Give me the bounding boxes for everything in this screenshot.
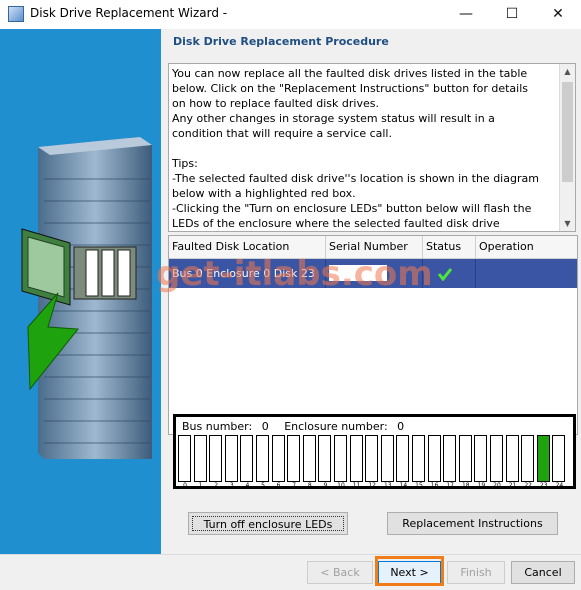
replacement-instructions-button[interactable]: Replacement Instructions (387, 512, 558, 535)
back-button[interactable]: < Back (307, 561, 373, 584)
disk-slot (474, 435, 488, 482)
instruction-line: below with a highlighted red box. (172, 187, 356, 200)
instruction-line: condition that will require a service ca… (172, 127, 392, 140)
disk-slot (178, 435, 191, 482)
storage-array-illustration (21, 137, 152, 459)
bus-number-label: Bus number: (182, 420, 253, 433)
minimize-button[interactable]: — (443, 0, 489, 29)
disk-slot (334, 435, 347, 482)
disk-slot (318, 435, 332, 482)
disk-slot-number: 22 (524, 482, 532, 489)
turn-off-enclosure-leds-button[interactable]: Turn off enclosure LEDs (188, 512, 348, 535)
disk-slot-number: 20 (493, 482, 501, 489)
checkmark-icon (438, 268, 452, 281)
disk-slot-number: 7 (292, 482, 297, 489)
disk-slot (396, 435, 410, 482)
disk-slot (443, 435, 457, 482)
instruction-line: below. Click on the "Replacement Instruc… (172, 82, 529, 95)
disk-slot (365, 435, 379, 482)
disk-slot-number: 18 (461, 482, 470, 489)
disk-slot (490, 435, 503, 482)
instructions-scrollbar[interactable]: ▲ ▼ (559, 64, 575, 231)
instruction-line: on how to replace faulted disk drives. (172, 97, 379, 110)
disk-slot-number: 17 (446, 482, 454, 489)
instructions-textbox[interactable]: You can now replace all the faulted disk… (168, 63, 576, 232)
scroll-up-icon[interactable]: ▲ (560, 64, 575, 79)
disk-slot (427, 435, 441, 482)
app-icon (8, 6, 24, 22)
disk-slot-number: 13 (383, 482, 392, 489)
page-title: Disk Drive Replacement Procedure (173, 35, 389, 48)
scroll-thumb[interactable] (562, 82, 573, 182)
disk-slot (521, 435, 535, 482)
enclosure-info: Bus number: 0 Enclosure number: 0 (182, 420, 404, 433)
instruction-line: You can now replace all the faulted disk… (172, 67, 528, 80)
disk-slot (302, 435, 316, 482)
instruction-line: LEDs of the enclosure where the selected… (172, 217, 500, 230)
title-bar: Disk Drive Replacement Wizard - — ☐ ✕ (0, 0, 581, 29)
disk-slot (224, 435, 238, 482)
disk-slot-number: 6 (276, 482, 281, 489)
instruction-line: -Clicking the "Turn on enclosure LEDs" b… (172, 202, 532, 215)
disk-slot (349, 435, 363, 482)
close-button[interactable]: ✕ (535, 0, 581, 29)
disk-slot-number: 5 (261, 482, 265, 489)
disk-slot-number: 4 (245, 482, 250, 489)
disk-slot-number: 8 (307, 482, 312, 489)
finish-button[interactable]: Finish (447, 561, 505, 584)
disk-slot (240, 435, 254, 482)
enclosure-number-label: Enclosure number: (284, 420, 388, 433)
disk-slot-number: 24 (555, 482, 564, 489)
enclosure-number-value: 0 (397, 420, 405, 433)
maximize-button[interactable]: ☐ (489, 0, 535, 29)
enclosure-diagram: Bus number: 0 Enclosure number: 0 012345… (173, 414, 576, 489)
disk-slot-number: 15 (415, 482, 423, 489)
bus-number-value: 0 (261, 420, 269, 433)
disk-slot-number: 21 (508, 482, 517, 489)
disk-slot-number: 14 (399, 482, 408, 489)
watermark: get-itlabs.com (156, 254, 433, 294)
disk-slot (505, 435, 519, 482)
disk-slot (380, 435, 394, 482)
next-button-highlight (375, 556, 444, 586)
wizard-side-panel (0, 29, 161, 554)
disk-slot-number: 23 (539, 482, 548, 489)
turn-off-enclosure-leds-label: Turn off enclosure LEDs (192, 516, 344, 531)
disk-slot (458, 435, 472, 482)
disk-slot-number: 0 (183, 482, 187, 489)
instructions-text: You can now replace all the faulted disk… (172, 66, 560, 231)
disk-slot (287, 435, 301, 482)
disk-slot-number: 9 (323, 482, 328, 489)
disk-slot (271, 435, 285, 482)
cell-operation (476, 259, 577, 288)
disk-slot (412, 435, 425, 482)
cancel-button[interactable]: Cancel (511, 561, 575, 584)
window-title: Disk Drive Replacement Wizard - (30, 6, 228, 20)
disk-slot-number: 1 (198, 482, 203, 489)
disk-slot-number: 12 (368, 482, 376, 489)
column-header-operation[interactable]: Operation (476, 236, 577, 258)
disk-slot-number: 3 (229, 482, 234, 489)
scroll-down-icon[interactable]: ▼ (560, 216, 575, 231)
instruction-line: -The selected faulted disk drive''s loca… (172, 172, 539, 185)
instruction-line: Any other changes in storage system stat… (172, 112, 495, 125)
disk-slot-number: 10 (337, 482, 345, 489)
disk-slot-number: 11 (352, 482, 361, 489)
instruction-line (172, 141, 560, 156)
disk-slot (536, 435, 550, 482)
instruction-line: Tips: (172, 157, 198, 170)
disk-slot-number: 16 (430, 482, 439, 489)
disk-slot (209, 435, 223, 482)
disk-slot (193, 435, 207, 482)
disk-slot-number: 2 (214, 482, 219, 489)
disk-slot (552, 435, 566, 482)
disk-slot (256, 435, 269, 482)
disk-slot-number: 19 (477, 482, 486, 489)
